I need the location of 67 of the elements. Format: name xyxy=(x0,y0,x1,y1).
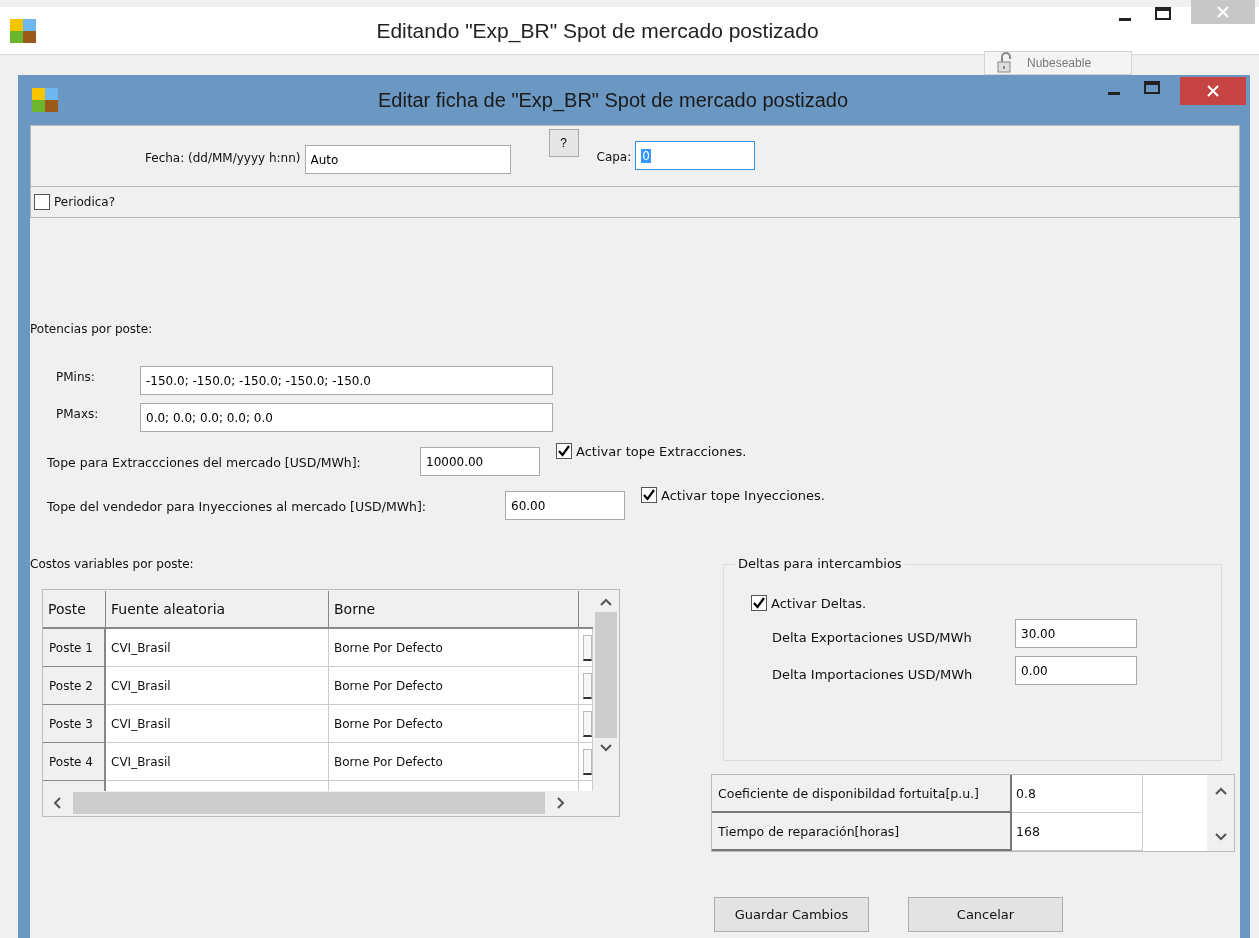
dialog-button[interactable]: Guardar Cambios xyxy=(714,897,869,932)
property-value[interactable]: 0.8 xyxy=(1012,775,1143,813)
close-icon xyxy=(1207,85,1219,97)
help-button[interactable]: ? xyxy=(548,129,579,157)
row-header: Poste 1 xyxy=(43,629,106,667)
checkbox-label: Activar tope Extracciones. xyxy=(576,443,747,459)
checkbox-label: Activar tope Inyecciones. xyxy=(661,487,825,503)
table-cell: CVI_Brasil xyxy=(106,667,329,704)
section-label: Potencias por poste: xyxy=(30,322,154,336)
field-label: PMaxs: xyxy=(56,407,100,421)
input-field[interactable]: -150.0; -150.0; -150.0; -150.0; -150.0 xyxy=(140,366,553,395)
checkbox[interactable] xyxy=(641,487,657,503)
column-header[interactable]: Poste xyxy=(43,591,106,627)
column-header[interactable]: Borne xyxy=(329,591,579,627)
table-cell: Borne Por Defecto xyxy=(329,743,579,780)
checkbox[interactable] xyxy=(751,595,767,611)
maximize-icon[interactable] xyxy=(1155,7,1171,20)
table-cell: CVI_Brasil xyxy=(106,629,329,666)
date-field[interactable]: Auto xyxy=(304,145,511,174)
scroll-right-icon[interactable] xyxy=(555,797,565,809)
app-logo-icon xyxy=(32,88,58,112)
cell-button[interactable] xyxy=(583,672,592,699)
field-label: Delta Exportaciones USD/MWh xyxy=(772,629,973,645)
table-cell: CVI_Brasil xyxy=(106,705,329,742)
section-label: Costos variables por poste: xyxy=(30,557,195,571)
minimize-icon[interactable] xyxy=(1119,18,1131,22)
layer-label: Capa: xyxy=(596,150,632,164)
close-button[interactable] xyxy=(1180,77,1246,105)
table-cell: CVI_Brasil xyxy=(106,743,329,780)
checkbox-label: Periodica? xyxy=(54,195,116,209)
scroll-down-icon[interactable] xyxy=(1214,831,1227,841)
scroll-down-icon[interactable] xyxy=(600,742,612,752)
dialog-button[interactable]: Cancelar xyxy=(908,897,1063,932)
property-label: Tiempo de reparación[horas] xyxy=(712,813,1012,851)
checkbox[interactable] xyxy=(556,443,572,459)
cell-button[interactable] xyxy=(583,634,592,661)
checkbox[interactable] xyxy=(34,194,50,210)
dialog-title: Editar ficha de "Exp_BR" Spot de mercado postizado xyxy=(377,88,849,112)
property-label: Coeficiente de disponibildad fortuita[p.u.] xyxy=(712,775,1012,813)
field-label: PMins: xyxy=(56,370,96,384)
row-header: Poste 4 xyxy=(43,743,106,781)
scroll-up-icon[interactable] xyxy=(600,598,612,608)
field-label: Tope para Extraccciones del mercado [USD/MWh]: xyxy=(47,455,362,470)
date-label: Fecha: (dd/MM/yyyy h:nn) xyxy=(145,151,301,165)
input-field[interactable]: 0.0; 0.0; 0.0; 0.0; 0.0 xyxy=(140,403,553,432)
table-cell: Borne Por Defecto xyxy=(329,629,579,666)
close-icon xyxy=(1217,6,1229,18)
checkbox-label: Activar Deltas. xyxy=(771,595,867,611)
window-title: Editando "Exp_BR" Spot de mercado postizado xyxy=(375,18,820,43)
input-field[interactable]: 60.00 xyxy=(505,491,625,520)
input-field[interactable]: 10000.00 xyxy=(420,447,540,476)
row-header: Poste 3 xyxy=(43,705,106,743)
cell-button[interactable] xyxy=(583,710,592,737)
scroll-left-icon[interactable] xyxy=(53,797,63,809)
table-cell: Borne Por Defecto xyxy=(329,705,579,742)
app-logo-icon xyxy=(10,18,36,43)
input-field[interactable]: 0.00 xyxy=(1015,656,1137,685)
field-label: Tope del vendedor para Inyecciones al mercado [USD/MWh]: xyxy=(47,499,428,514)
group-title: Deltas para intercambios xyxy=(735,556,905,571)
field-label: Delta Importaciones USD/MWh xyxy=(772,666,974,682)
row-header: Poste 2 xyxy=(43,667,106,705)
column-header[interactable]: Fuente aleatoria xyxy=(106,591,329,627)
property-value[interactable]: 168 xyxy=(1012,813,1143,851)
cell-button[interactable] xyxy=(583,748,592,775)
table-cell: Borne Por Defecto xyxy=(329,667,579,704)
scroll-up-icon[interactable] xyxy=(1214,787,1227,797)
input-field[interactable]: 30.00 xyxy=(1015,619,1137,648)
